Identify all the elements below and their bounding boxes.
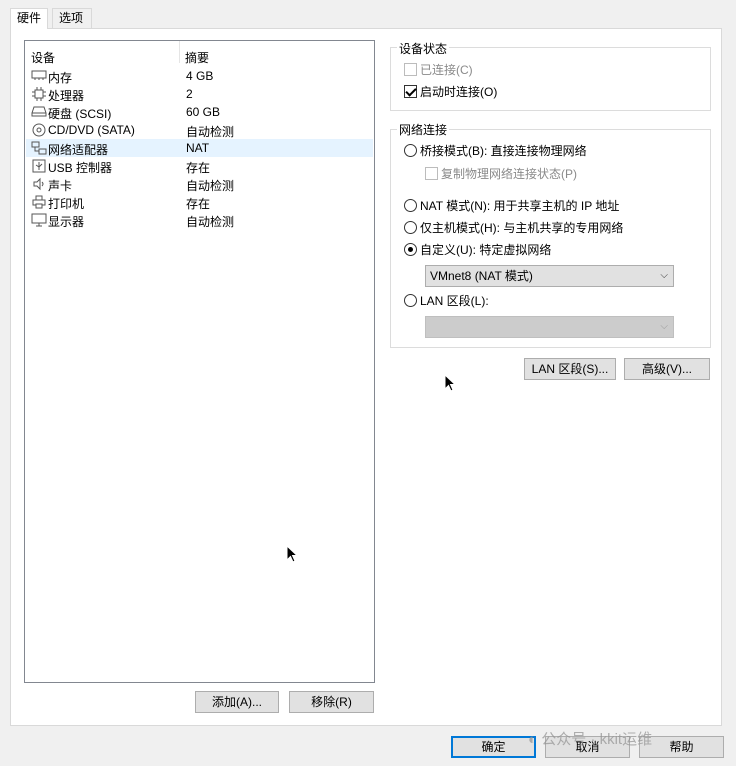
mouse-cursor-icon	[444, 374, 456, 392]
host-only-radio[interactable]: 仅主机模式(H): 与主机共享的专用网络	[404, 220, 623, 236]
device-row-processor[interactable]: 处理器 2	[26, 85, 373, 103]
connect-on-power-label: 启动时连接(O)	[420, 85, 498, 99]
device-row-memory[interactable]: 内存 4 GB	[26, 67, 373, 85]
device-row-cd-dvd[interactable]: CD/DVD (SATA) 自动检测	[26, 121, 373, 139]
lan-segment-radio[interactable]: LAN 区段(L):	[404, 293, 489, 309]
lan-segments-button[interactable]: LAN 区段(S)...	[524, 358, 616, 380]
lan-segment-label: LAN 区段(L):	[420, 294, 489, 308]
connect-on-power-checkbox-box[interactable]	[404, 85, 417, 98]
network-connection-title: 网络连接	[397, 121, 450, 138]
connected-label: 已连接(C)	[420, 63, 473, 77]
remove-device-button[interactable]: 移除(R)	[289, 691, 374, 713]
custom-network-value: VMnet8 (NAT 模式)	[430, 269, 533, 283]
usb-icon	[31, 159, 47, 173]
custom-network-select[interactable]: VMnet8 (NAT 模式) ⌵	[425, 265, 674, 287]
device-summary: 存在	[186, 161, 211, 175]
custom-radio[interactable]: 自定义(U): 特定虚拟网络	[404, 242, 551, 258]
chevron-down-icon: ⌵	[660, 270, 668, 281]
device-row-sound[interactable]: 声卡 自动检测	[26, 175, 373, 193]
mouse-cursor-icon	[286, 545, 298, 563]
device-summary: NAT	[186, 141, 210, 155]
connected-checkbox[interactable]: 已连接(C)	[404, 62, 473, 78]
nat-label: NAT 模式(N): 用于共享主机的 IP 地址	[420, 199, 620, 213]
device-list[interactable]: 设备 摘要 内存 4 GB 处理器 2 硬盘 (SCSI) 60 GB CD/D…	[24, 40, 375, 683]
host-only-label: 仅主机模式(H): 与主机共享的专用网络	[420, 221, 624, 235]
device-summary: 自动检测	[186, 179, 235, 193]
ok-button[interactable]: 确定	[451, 736, 536, 758]
device-name: CD/DVD (SATA)	[48, 123, 135, 137]
custom-radio-dot[interactable]	[404, 243, 417, 256]
chevron-down-icon: ⌵	[660, 321, 668, 332]
nat-radio[interactable]: NAT 模式(N): 用于共享主机的 IP 地址	[404, 198, 619, 214]
host-only-radio-dot[interactable]	[404, 221, 417, 234]
custom-label: 自定义(U): 特定虚拟网络	[420, 243, 552, 257]
memory-icon	[31, 69, 47, 83]
column-header-summary[interactable]: 摘要	[185, 49, 209, 66]
device-summary: 自动检测	[186, 215, 235, 229]
add-device-button[interactable]: 添加(A)...	[195, 691, 279, 713]
device-name: 内存	[48, 71, 73, 85]
lan-segment-radio-dot[interactable]	[404, 294, 417, 307]
device-row-printer[interactable]: 打印机 存在	[26, 193, 373, 211]
device-name: 网络适配器	[48, 143, 109, 157]
printer-icon	[31, 195, 47, 209]
device-name: 硬盘 (SCSI)	[48, 107, 112, 121]
watermark-text: 公众号 · kkit运维	[541, 731, 653, 748]
device-summary: 60 GB	[186, 105, 221, 119]
device-row-network-adapter[interactable]: 网络适配器 NAT	[26, 139, 373, 157]
device-name: USB 控制器	[48, 161, 113, 175]
replicate-state-label: 复制物理网络连接状态(P)	[441, 167, 577, 181]
device-name: 显示器	[48, 215, 85, 229]
tab-options[interactable]: 选项	[52, 8, 92, 28]
connect-on-power-checkbox[interactable]: 启动时连接(O)	[404, 84, 497, 100]
device-name: 打印机	[48, 197, 85, 211]
nat-radio-dot[interactable]	[404, 199, 417, 212]
display-icon	[31, 213, 47, 227]
harddisk-icon	[31, 105, 47, 119]
replicate-state-checkbox-box[interactable]	[425, 167, 438, 180]
bridged-radio[interactable]: 桥接模式(B): 直接连接物理网络	[404, 143, 587, 159]
device-row-usb[interactable]: USB 控制器 存在	[26, 157, 373, 175]
device-name: 声卡	[48, 179, 73, 193]
bridged-radio-dot[interactable]	[404, 144, 417, 157]
device-row-harddisk[interactable]: 硬盘 (SCSI) 60 GB	[26, 103, 373, 121]
column-divider[interactable]	[179, 41, 180, 63]
connected-checkbox-box[interactable]	[404, 63, 417, 76]
column-header-device[interactable]: 设备	[31, 49, 55, 66]
sound-icon	[31, 177, 47, 191]
replicate-state-checkbox[interactable]: 复制物理网络连接状态(P)	[425, 166, 577, 182]
device-summary: 存在	[186, 197, 211, 211]
device-status-title: 设备状态	[397, 40, 450, 57]
device-summary: 2	[186, 87, 193, 101]
network-adapter-icon	[31, 141, 47, 155]
tab-hardware[interactable]: 硬件	[10, 8, 48, 29]
device-summary: 自动检测	[186, 125, 235, 139]
bridged-label: 桥接模式(B): 直接连接物理网络	[420, 144, 587, 158]
processor-icon	[31, 87, 47, 101]
watermark: ◐ 公众号 · kkit运维	[528, 728, 652, 749]
lan-segment-select[interactable]: ⌵	[425, 316, 674, 338]
cd-dvd-icon	[31, 123, 47, 137]
wechat-icon: ◐	[528, 731, 538, 748]
device-list-header: 设备 摘要	[25, 47, 374, 67]
device-name: 处理器	[48, 89, 85, 103]
advanced-button[interactable]: 高级(V)...	[624, 358, 710, 380]
device-row-display[interactable]: 显示器 自动检测	[26, 211, 373, 229]
device-summary: 4 GB	[186, 69, 214, 83]
